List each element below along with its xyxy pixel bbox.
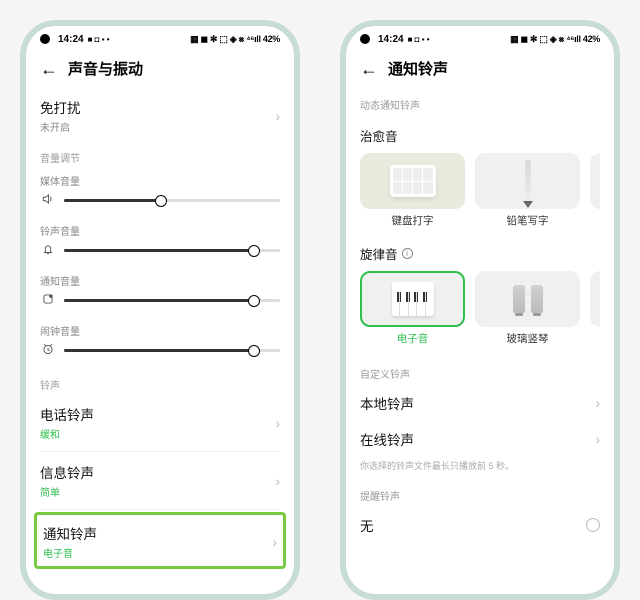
chevron-right-icon: › (595, 431, 600, 447)
row-sms-ringtone[interactable]: 信息铃声 简单 › (40, 454, 280, 507)
status-time: 14:24 (58, 34, 84, 45)
melody-tiles: 电子音 玻璃竖琴 (360, 267, 600, 352)
tile-keyboard[interactable]: 键盘打字 (360, 153, 465, 228)
section-custom: 自定义铃声 (360, 352, 600, 385)
status-bar: 14:24 ■ ◘ ▪ • ▦ ◼ ✻ ⬚ ◈ ⨳ ⁴⁶ıll 42% (346, 26, 614, 52)
keyboard-icon (390, 165, 436, 197)
dnd-sub: 未开启 (40, 119, 81, 134)
piano-icon (392, 282, 434, 316)
status-time: 14:24 (378, 34, 404, 45)
glass-icon (513, 285, 543, 313)
status-indicators: ▦ ◼ ✻ ⬚ ◈ ⨳ ⁴⁶ıll 42% (510, 34, 600, 45)
ringtone-hint: 你选择的铃声文件最长只播放前 5 秒。 (360, 457, 600, 480)
row-notification-ringtone[interactable]: 通知铃声 电子音 › (43, 521, 277, 562)
chevron-right-icon: › (595, 395, 600, 411)
section-ringtone: 铃声 (40, 369, 280, 396)
dnd-label: 免打扰 (40, 97, 81, 117)
status-indicators: ▦ ◼ ✻ ⬚ ◈ ⨳ ⁴⁶ıll 42% (190, 34, 280, 45)
section-remind: 提醒铃声 (360, 480, 600, 507)
slider-notification[interactable]: 通知音量 (40, 269, 280, 319)
slider-alarm[interactable]: 闹钟音量 (40, 319, 280, 369)
volume-icon (40, 192, 56, 209)
phone-left: 14:24 ■ ◘ ▪ • ▦ ◼ ✻ ⬚ ◈ ⨳ ⁴⁶ıll 42% ← 声音… (20, 20, 300, 600)
bell-icon (40, 242, 56, 259)
phone-right: 14:24 ■ ◘ ▪ • ▦ ◼ ✻ ⬚ ◈ ⨳ ⁴⁶ıll 42% ← 通知… (340, 20, 620, 600)
page-title: 声音与振动 (68, 58, 143, 79)
section-volume: 音量调节 (40, 142, 280, 169)
row-dnd[interactable]: 免打扰 未开启 › (40, 89, 280, 142)
nav-bar: ← 通知铃声 (346, 52, 614, 89)
chevron-right-icon: › (275, 108, 280, 124)
row-call-ringtone[interactable]: 电话铃声 缓和 › (40, 396, 280, 449)
nav-bar: ← 声音与振动 (26, 52, 294, 89)
camera-punch-hole (360, 34, 370, 44)
page-title: 通知铃声 (388, 58, 448, 79)
screen-right: 14:24 ■ ◘ ▪ • ▦ ◼ ✻ ⬚ ◈ ⨳ ⁴⁶ıll 42% ← 通知… (346, 26, 614, 594)
chevron-right-icon: › (275, 415, 280, 431)
tile-pencil[interactable]: 铅笔写字 (475, 153, 580, 228)
chevron-right-icon: › (275, 473, 280, 489)
alarm-icon (40, 342, 56, 359)
section-dynamic: 动态通知铃声 (360, 89, 600, 116)
info-icon[interactable]: i (402, 248, 413, 259)
row-none[interactable]: 无 (360, 507, 600, 543)
tile-overflow[interactable] (590, 271, 600, 346)
pencil-icon (525, 160, 531, 202)
notification-icon (40, 292, 56, 309)
status-bar: 14:24 ■ ◘ ▪ • ▦ ◼ ✻ ⬚ ◈ ⨳ ⁴⁶ıll 42% (26, 26, 294, 52)
tile-glass-harp[interactable]: 玻璃竖琴 (475, 271, 580, 346)
highlighted-selection: 通知铃声 电子音 › (34, 512, 286, 569)
slider-ringtone[interactable]: 铃声音量 (40, 219, 280, 269)
tile-electronic[interactable]: 电子音 (360, 271, 465, 346)
slider-media[interactable]: 媒体音量 (40, 169, 280, 219)
camera-punch-hole (40, 34, 50, 44)
tile-overflow[interactable] (590, 153, 600, 228)
melody-title: 旋律音 i (360, 234, 600, 267)
row-online-ringtone[interactable]: 在线铃声 › (360, 421, 600, 457)
row-local-ringtone[interactable]: 本地铃声 › (360, 385, 600, 421)
healing-title: 治愈音 (360, 116, 600, 149)
radio-icon[interactable] (586, 518, 600, 532)
healing-tiles: 键盘打字 铅笔写字 (360, 149, 600, 234)
screen-left: 14:24 ■ ◘ ▪ • ▦ ◼ ✻ ⬚ ◈ ⨳ ⁴⁶ıll 42% ← 声音… (26, 26, 294, 594)
back-icon[interactable]: ← (360, 60, 378, 78)
chevron-right-icon: › (272, 534, 277, 550)
back-icon[interactable]: ← (40, 60, 58, 78)
